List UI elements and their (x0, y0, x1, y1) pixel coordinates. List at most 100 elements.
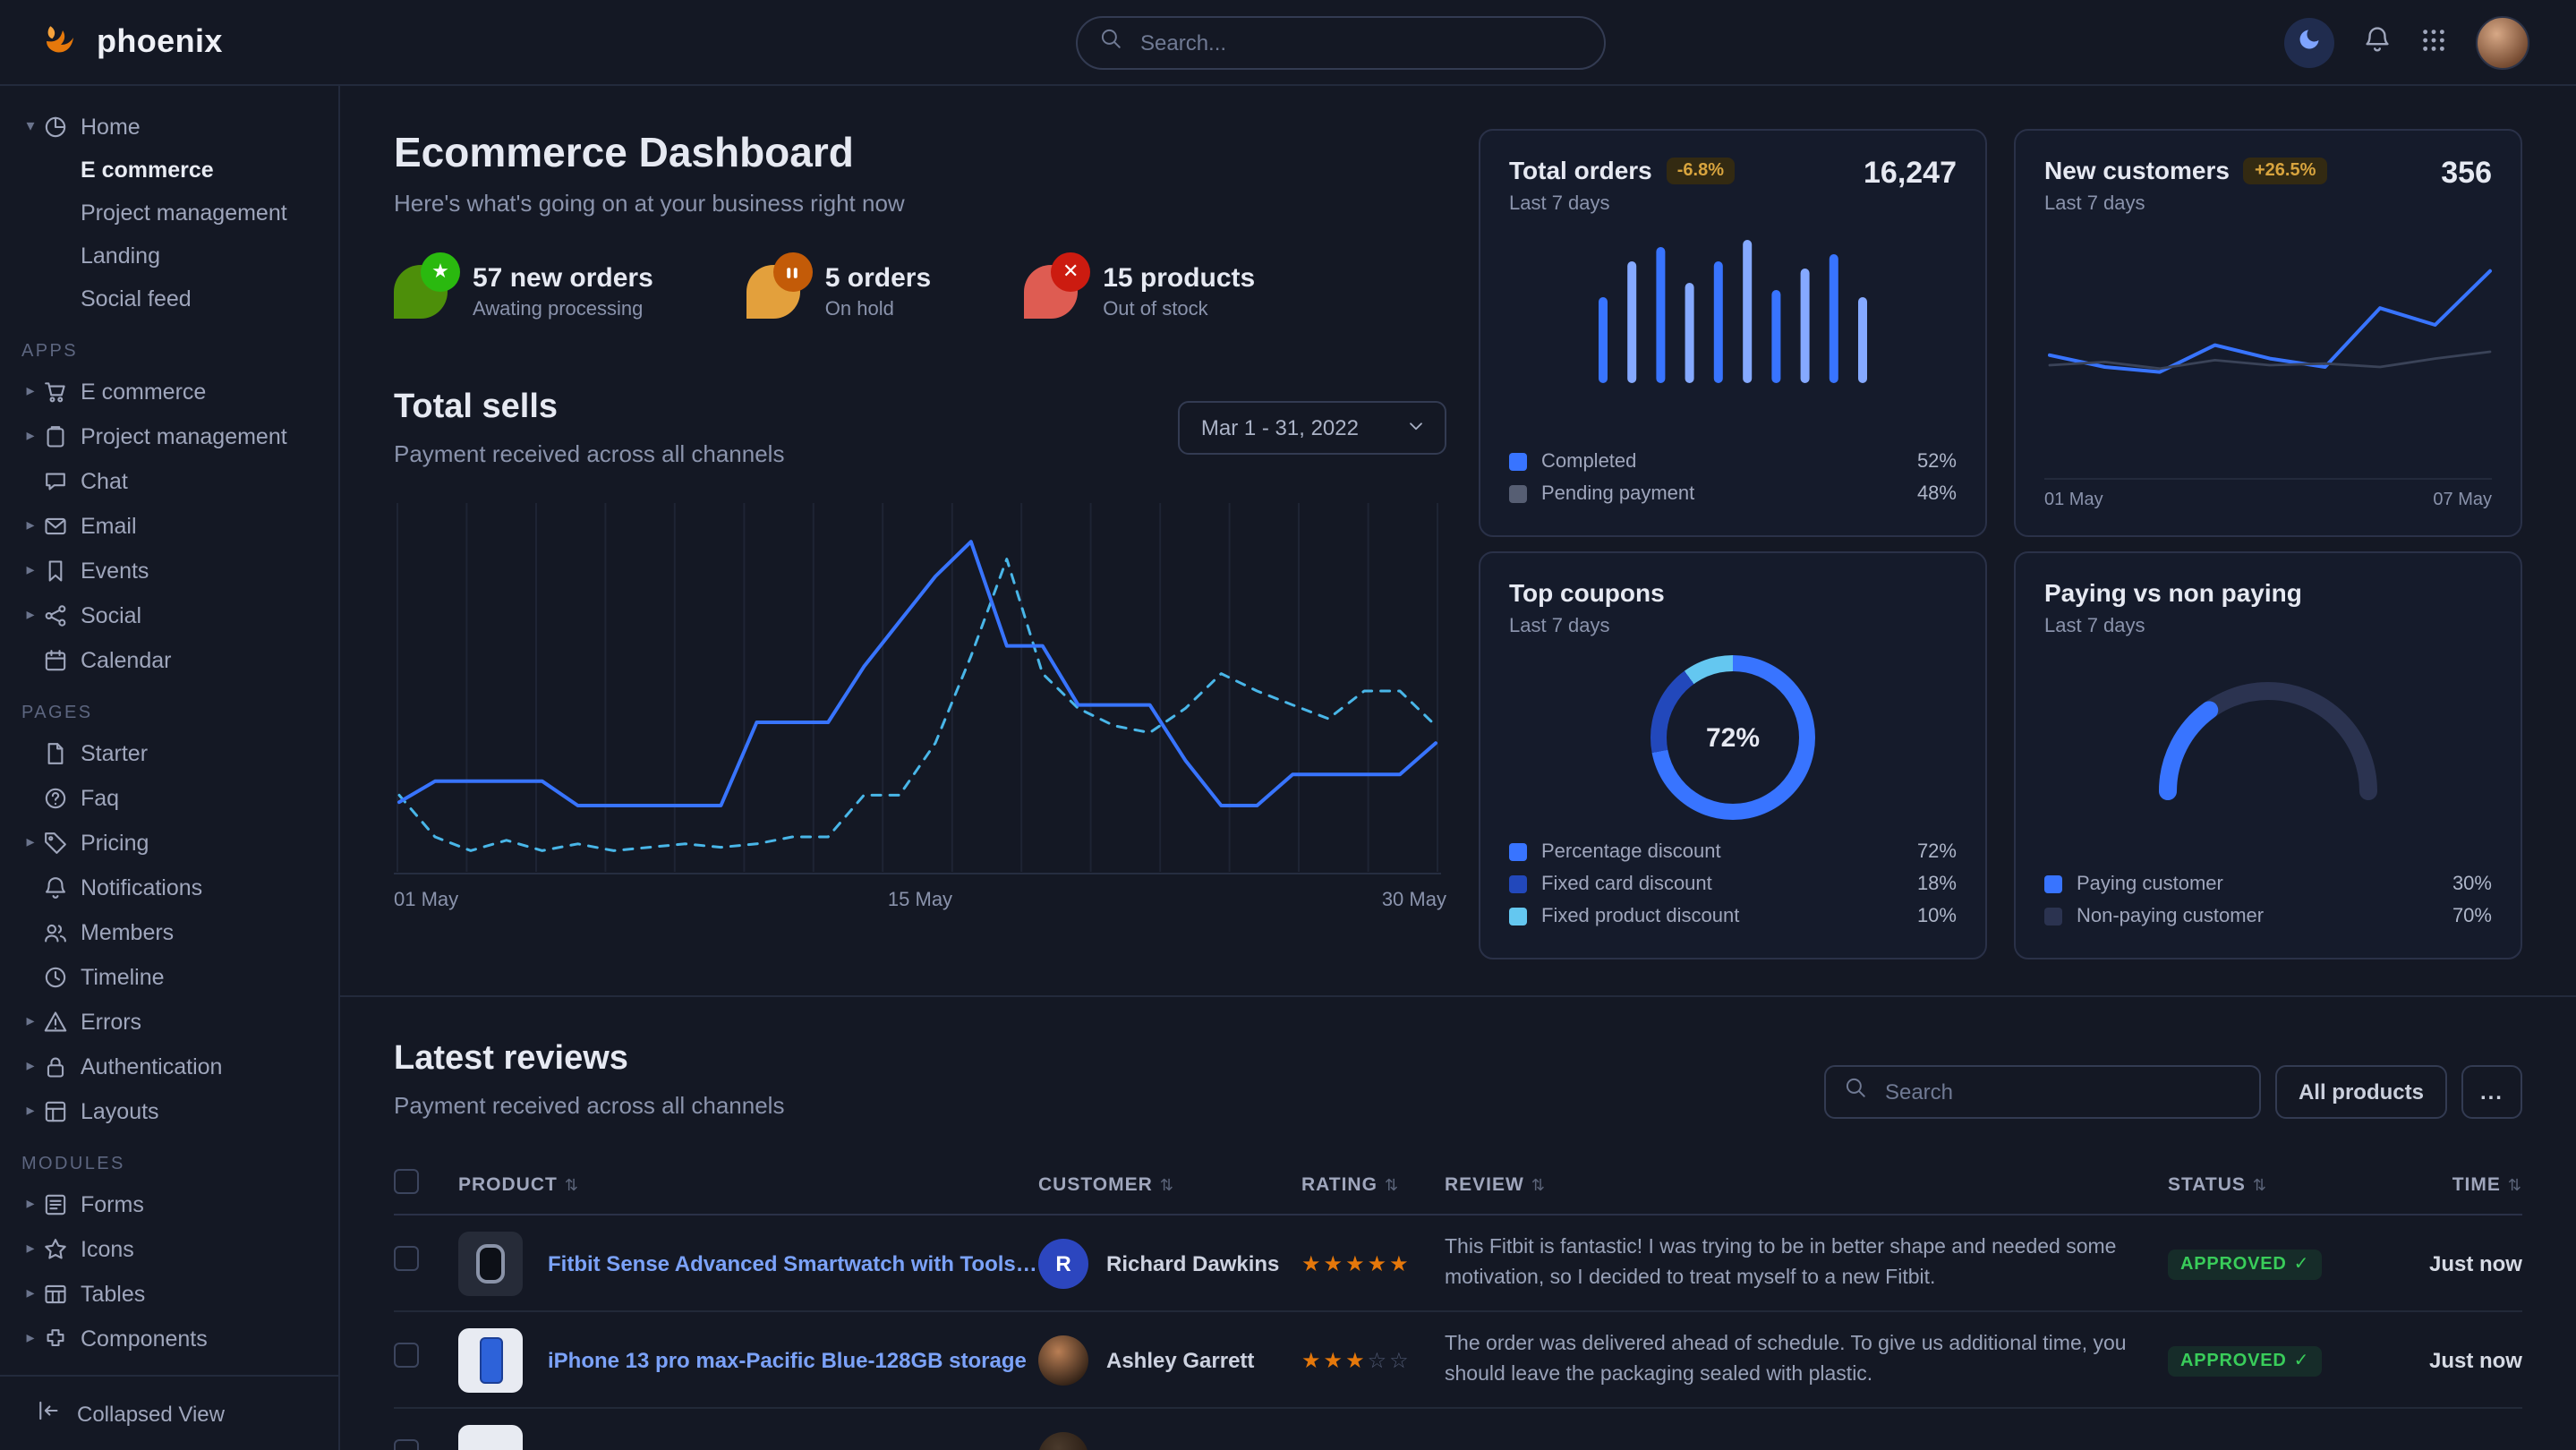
sidebar-item-events[interactable]: ▸Events (0, 548, 338, 593)
latest-reviews-section: Latest reviews Payment received across a… (340, 995, 2576, 1450)
total-sells-chart (394, 499, 1441, 875)
stat-value: 15 products (1103, 263, 1255, 294)
legend-value: 52% (1917, 451, 1957, 473)
sidebar-item-pricing[interactable]: ▸ Pricing (0, 820, 338, 865)
reviews-search-input[interactable] (1881, 1078, 2241, 1106)
caret-icon: ▸ (18, 1284, 43, 1303)
legend-row: Paying customer30% (2044, 868, 2492, 900)
global-search[interactable] (1076, 16, 1606, 70)
column-header-rating[interactable]: RATING⇅ (1301, 1173, 1445, 1195)
sidebar-item-e-commerce[interactable]: ▸E commerce (0, 369, 338, 414)
sidebar-item-project-management[interactable]: ▸Project management (0, 414, 338, 458)
global-search-input[interactable] (1137, 29, 1582, 57)
product-link[interactable]: iPhone 13 pro max-Pacific Blue-128GB sto… (548, 1347, 1027, 1372)
column-header-status[interactable]: STATUS⇅ (2168, 1173, 2390, 1195)
check-icon: ✓ (2294, 1255, 2310, 1275)
column-header-customer[interactable]: CUSTOMER⇅ (1038, 1173, 1301, 1195)
sidebar-item-icons[interactable]: ▸Icons (0, 1226, 338, 1271)
apps-grid-button[interactable] (2420, 26, 2447, 58)
legend-row: Non-paying customer70% (2044, 900, 2492, 933)
date-range-value: Mar 1 - 31, 2022 (1201, 415, 1359, 440)
legend-label: Percentage discount (1541, 841, 1721, 863)
caret-icon: ▸ (18, 832, 43, 852)
sidebar-item-calendar[interactable]: Calendar (0, 637, 338, 682)
top-coupons-donut-chart: 72% (1651, 655, 1815, 820)
sidebar-item-starter[interactable]: Starter (0, 730, 338, 775)
share-icon (43, 602, 81, 627)
search-icon (1844, 1076, 1867, 1108)
total-sells-title: Total sells (394, 388, 784, 428)
product-link[interactable]: Fitbit Sense Advanced Smartwatch with To… (548, 1250, 1038, 1275)
reviews-search[interactable] (1824, 1065, 2261, 1119)
x-axis-tick: 15 May (888, 890, 952, 911)
select-all-checkbox[interactable] (394, 1169, 419, 1194)
table-row (394, 1409, 2522, 1450)
sort-icon: ⇅ (565, 1175, 579, 1193)
customer-avatar (1038, 1431, 1088, 1450)
sidebar-item-home[interactable]: ▾Home (0, 104, 338, 149)
stat-value: 5 orders (825, 263, 931, 294)
paying-gauge-chart (2116, 648, 2420, 813)
legend-row: Fixed card discount18% (1509, 868, 1957, 900)
sidebar-item-layouts[interactable]: ▸Layouts (0, 1088, 338, 1133)
product-thumbnail (458, 1327, 523, 1392)
sidebar-item-label: Components (81, 1326, 208, 1351)
column-header-time[interactable]: TIME⇅ (2390, 1173, 2522, 1195)
theme-toggle-button[interactable] (2284, 17, 2334, 67)
table-row: Fitbit Sense Advanced Smartwatch with To… (394, 1215, 2522, 1312)
legend-label: Pending payment (1541, 483, 1694, 505)
x-axis-tick: 01 May (394, 890, 458, 911)
sidebar-subitem-project-management[interactable]: Project management (0, 192, 338, 235)
date-range-select[interactable]: Mar 1 - 31, 2022 (1178, 401, 1446, 455)
sidebar-section-label-apps: APPS (21, 342, 338, 362)
sidebar-subitem-social-feed[interactable]: Social feed (0, 277, 338, 320)
user-avatar[interactable] (2476, 15, 2529, 69)
row-checkbox[interactable] (394, 1246, 419, 1271)
sort-icon: ⇅ (1385, 1175, 1399, 1193)
reviews-toolbar: All products ... (1824, 1065, 2522, 1119)
column-header-review[interactable]: REVIEW⇅ (1445, 1173, 2168, 1195)
sidebar-item-label: Members (81, 919, 174, 944)
sidebar-subitem-e-commerce[interactable]: E commerce (0, 149, 338, 192)
chat-icon (43, 468, 81, 493)
sidebar-item-label: Project management (81, 423, 287, 448)
sidebar-item-tables[interactable]: ▸Tables (0, 1271, 338, 1316)
page-subtitle: Here's what's going on at your business … (394, 190, 1446, 217)
sidebar-item-forms[interactable]: ▸Forms (0, 1181, 338, 1226)
file-icon (43, 740, 81, 765)
sidebar-item-label: Home (81, 114, 141, 139)
sidebar-section-label-modules: MODULES (21, 1155, 338, 1174)
sidebar-item-timeline[interactable]: Timeline (0, 954, 338, 999)
sidebar-item-errors[interactable]: ▸Errors (0, 999, 338, 1044)
collapse-view-button[interactable]: Collapsed View (0, 1375, 338, 1450)
sells-x-axis: 01 May15 May30 May (394, 890, 1446, 911)
legend-row: Completed52% (1509, 446, 1957, 478)
sidebar-item-authentication[interactable]: ▸Authentication (0, 1044, 338, 1088)
total-orders-card: Total orders -6.8% Last 7 days 16,247 Co… (1479, 129, 1987, 537)
sidebar-item-components[interactable]: ▸Components (0, 1316, 338, 1360)
rating-stars: ★★★☆☆ (1301, 1347, 1412, 1372)
sidebar-item-social[interactable]: ▸Social (0, 593, 338, 637)
row-checkbox[interactable] (394, 1343, 419, 1368)
puzzle-icon (43, 1326, 81, 1351)
brand[interactable]: phoenix (39, 16, 223, 68)
legend-row: Percentage discount72% (1509, 836, 1957, 868)
row-checkbox[interactable] (394, 1439, 419, 1450)
sidebar-item-members[interactable]: Members (0, 909, 338, 954)
top-coupons-card: Top coupons Last 7 days 72% Percentage d… (1479, 551, 1987, 960)
sidebar-item-label: Pricing (81, 830, 149, 855)
review-time: Just now (2390, 1250, 2522, 1275)
sidebar-item-chat[interactable]: Chat (0, 458, 338, 503)
all-products-button[interactable]: All products (2275, 1065, 2447, 1119)
column-header-product[interactable]: PRODUCT⇅ (458, 1173, 1038, 1195)
total-orders-bar-chart (1599, 236, 1867, 387)
sidebar-item-email[interactable]: ▸Email (0, 503, 338, 548)
notifications-button[interactable] (2363, 25, 2392, 59)
sidebar-subitem-landing[interactable]: Landing (0, 235, 338, 277)
sidebar-item-faq[interactable]: Faq (0, 775, 338, 820)
sort-icon: ⇅ (2253, 1175, 2267, 1193)
table-icon (43, 1281, 81, 1306)
tag-icon (43, 830, 81, 855)
more-options-button[interactable]: ... (2461, 1065, 2522, 1119)
sidebar-item-notifications[interactable]: Notifications (0, 865, 338, 909)
